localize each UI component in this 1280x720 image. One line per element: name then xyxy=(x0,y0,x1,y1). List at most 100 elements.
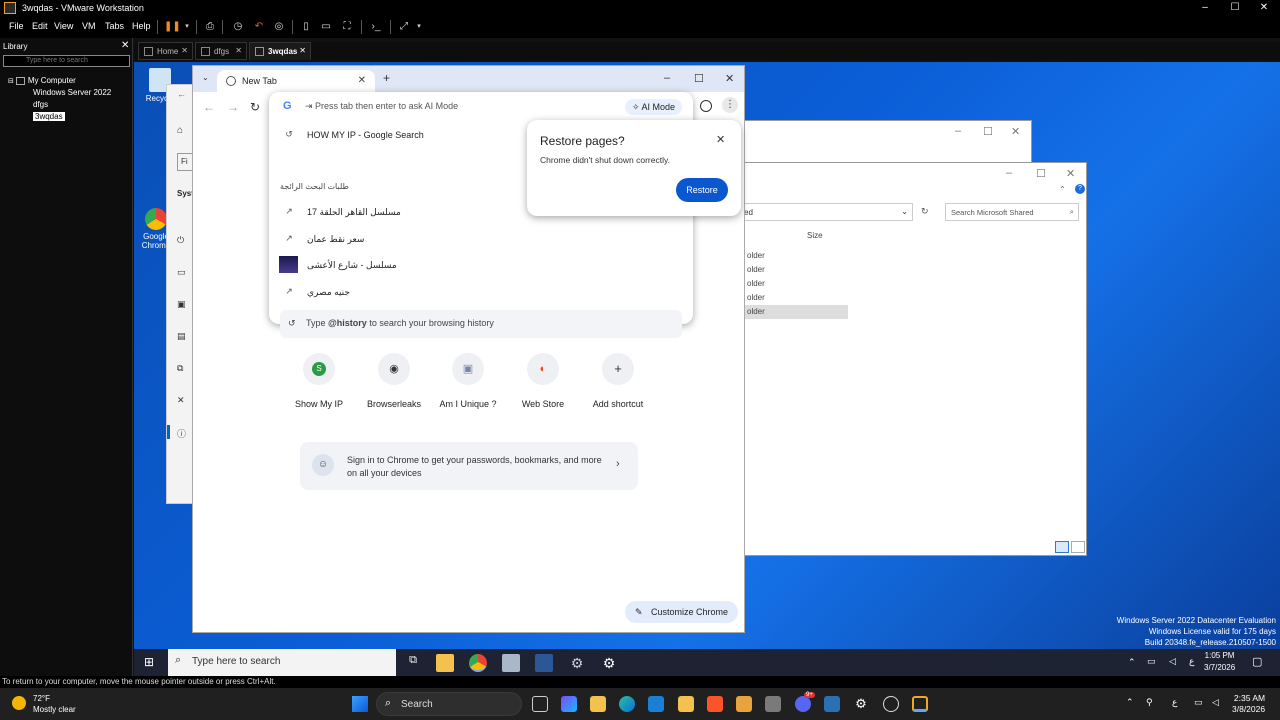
guest-clock[interactable]: 1:05 PM 3/7/2026 xyxy=(1204,650,1235,674)
minimize-icon[interactable]: – xyxy=(1198,2,1212,13)
list-item[interactable]: older xyxy=(747,291,848,305)
fullscreen-icon[interactable]: ⛶ xyxy=(340,20,354,34)
restore-button[interactable]: Restore xyxy=(676,178,728,202)
chrome-icon[interactable] xyxy=(469,654,487,672)
back-arrow-icon[interactable]: ← xyxy=(177,89,186,99)
battery-icon[interactable]: ▭ xyxy=(177,267,186,278)
home-icon[interactable]: ⌂ xyxy=(177,125,183,136)
power-icon[interactable]: ⏻ xyxy=(177,235,184,246)
settings-gear-icon[interactable]: ⚙ xyxy=(600,654,618,672)
app-icon[interactable] xyxy=(765,696,781,712)
guest-search-box[interactable]: ⌕ Type here to search xyxy=(168,649,396,676)
chevron-up-icon[interactable]: ⌃ xyxy=(1126,697,1134,708)
close-icon[interactable]: ✕ xyxy=(1257,2,1271,13)
menu-file[interactable]: File xyxy=(9,21,24,31)
shortcut-am-i-unique[interactable]: ▣ Am I Unique ? xyxy=(433,353,503,409)
discord-icon[interactable] xyxy=(795,696,811,712)
settings-gear-icon[interactable]: ⚙ xyxy=(568,654,586,672)
chevron-down-icon[interactable]: ⌄ xyxy=(901,207,908,216)
host-clock[interactable]: 2:35 AM 3/8/2026 xyxy=(1232,693,1265,715)
list-item[interactable]: older xyxy=(747,249,848,263)
tab-3wqdas[interactable]: 3wqdas ✕ xyxy=(249,42,311,60)
tab-dfgs[interactable]: dfgs ✕ xyxy=(195,42,247,60)
weather-widget[interactable]: 72°F Mostly clear xyxy=(33,693,76,715)
maximize-icon[interactable]: ☐ xyxy=(1228,2,1242,13)
column-header-size[interactable]: Size xyxy=(807,231,823,240)
menu-vm[interactable]: VM xyxy=(82,21,96,31)
edge-icon[interactable] xyxy=(619,696,635,712)
maximize-icon[interactable]: ☐ xyxy=(983,125,993,138)
maximize-icon[interactable]: ☐ xyxy=(694,72,704,85)
volume-icon[interactable]: ◁ xyxy=(1212,697,1219,708)
snapshot-manager-icon[interactable]: ◎ xyxy=(272,20,286,34)
menu-tabs[interactable]: Tabs xyxy=(105,21,124,31)
history-tip[interactable]: ↺ Type @history to search your browsing … xyxy=(280,310,682,338)
omnibox-input[interactable]: ⇥ Press tab then enter to ask AI Mode xyxy=(305,101,458,112)
host-search-box[interactable]: ⌕ Search xyxy=(376,692,522,716)
menu-help[interactable]: Help xyxy=(132,21,151,31)
revert-snapshot-icon[interactable]: ↶ xyxy=(252,20,266,34)
back-arrow-icon[interactable]: ← xyxy=(203,100,215,114)
server-manager-icon[interactable] xyxy=(502,654,520,672)
shortcut-show-my-ip[interactable]: S Show My IP xyxy=(284,353,354,409)
brave-icon[interactable] xyxy=(707,696,723,712)
send-keys-icon[interactable]: ⎙ xyxy=(203,20,217,34)
kebab-menu-icon[interactable]: ⋮ xyxy=(722,97,738,113)
microphone-icon[interactable]: ⚲ xyxy=(1146,697,1153,708)
settings-gear-icon[interactable]: ⚙ xyxy=(853,696,869,712)
shortcut-browserleaks[interactable]: ◉ Browserleaks xyxy=(359,353,429,409)
task-view-icon[interactable]: ⧉ xyxy=(404,654,422,672)
shared-icon[interactable]: ✕ xyxy=(177,395,185,406)
menu-edit[interactable]: Edit xyxy=(32,21,48,31)
close-icon[interactable]: ✕ xyxy=(299,46,306,55)
suggestion-item[interactable]: ↗ جنيه مصري xyxy=(279,282,684,302)
chevron-down-icon[interactable]: ▾ xyxy=(180,20,194,34)
app-icon[interactable] xyxy=(736,696,752,712)
about-icon[interactable]: ⓘ xyxy=(177,427,186,440)
file-explorer-icon[interactable] xyxy=(590,696,606,712)
snapshot-icon[interactable]: ◷ xyxy=(231,20,245,34)
close-icon[interactable]: ✕ xyxy=(181,46,188,55)
network-icon[interactable]: ▭ xyxy=(1194,697,1203,708)
tab-home[interactable]: Home ✕ xyxy=(138,42,193,60)
minimize-icon[interactable]: – xyxy=(955,125,961,137)
language-indicator[interactable]: ع xyxy=(1172,697,1177,708)
task-view-icon[interactable] xyxy=(532,696,548,712)
maximize-icon[interactable]: ☐ xyxy=(1036,167,1046,180)
tree-item-3wqdas[interactable]: 3wqdas xyxy=(33,112,65,121)
console-icon[interactable]: ›_ xyxy=(369,20,383,34)
address-bar[interactable]: ed ⌄ xyxy=(741,203,913,221)
list-item[interactable]: older xyxy=(747,277,848,291)
file-explorer-icon[interactable] xyxy=(436,654,454,672)
copilot-icon[interactable] xyxy=(561,696,577,712)
windows-start-icon[interactable] xyxy=(352,696,368,712)
ai-mode-button[interactable]: ✧ AI Mode xyxy=(625,99,683,115)
tree-item-windows-server[interactable]: Windows Server 2022 xyxy=(33,88,111,97)
volume-icon[interactable]: ◁ xyxy=(1169,656,1176,667)
chevron-up-icon[interactable]: ⌃ xyxy=(1128,657,1136,668)
language-indicator[interactable]: ع xyxy=(1189,656,1194,667)
close-icon[interactable]: ✕ xyxy=(121,40,129,51)
details-view-icon[interactable] xyxy=(1055,541,1069,553)
chevron-down-icon[interactable]: ▾ xyxy=(412,20,426,34)
mail-icon[interactable] xyxy=(678,696,694,712)
explorer-search-input[interactable]: Search Microsoft Shared ⌕ xyxy=(945,203,1079,221)
customize-chrome-button[interactable]: ✎ Customize Chrome xyxy=(625,601,739,623)
close-icon[interactable]: ✕ xyxy=(1066,167,1075,180)
library-view-icon[interactable]: ▯ xyxy=(299,20,313,34)
reload-icon[interactable]: ↻ xyxy=(250,100,260,114)
tree-item-dfgs[interactable]: dfgs xyxy=(33,100,48,109)
suggestion-item[interactable]: ↗ سعر نقط عمان xyxy=(279,229,684,249)
tab-new-tab[interactable]: New Tab ✕ xyxy=(217,70,375,92)
signin-card[interactable]: ☺ Sign in to Chrome to get your password… xyxy=(300,442,638,490)
notification-icon[interactable]: ▢ xyxy=(1252,655,1262,668)
app-icon[interactable] xyxy=(883,696,899,712)
thumbnail-view-icon[interactable]: ▭ xyxy=(319,20,333,34)
photos-icon[interactable] xyxy=(824,696,840,712)
minimize-icon[interactable]: – xyxy=(1006,167,1012,179)
tablet-icon[interactable]: ▤ xyxy=(177,331,186,342)
shortcut-add[interactable]: + Add shortcut xyxy=(583,353,653,409)
network-icon[interactable]: ▭ xyxy=(1147,656,1156,667)
library-search-input[interactable]: Type here to search xyxy=(3,55,130,67)
profile-icon[interactable] xyxy=(700,100,712,112)
